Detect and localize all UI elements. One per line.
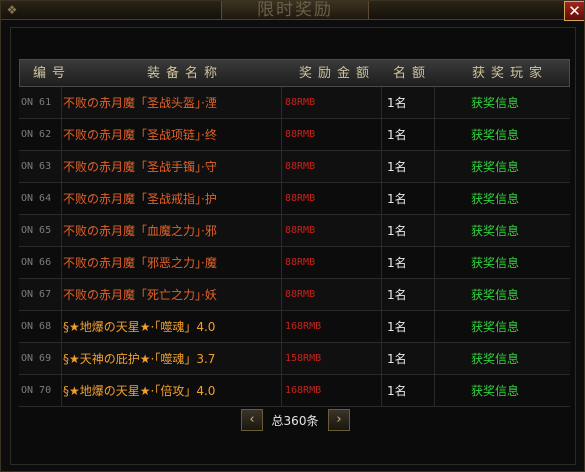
row-winner-link[interactable]: 获奖信息 <box>471 311 561 343</box>
row-prize: 88RMB <box>285 289 316 300</box>
row-winner-link[interactable]: 获奖信息 <box>471 151 561 183</box>
row-no: ON 65 <box>21 225 52 236</box>
row-no: ON 64 <box>21 193 52 204</box>
row-winner-link[interactable]: 获奖信息 <box>471 215 561 247</box>
col-header-no: 编号 <box>32 66 71 81</box>
total-count: 总360条 <box>271 414 319 428</box>
table-row: ON 66 不败の赤月魔「邪恶之力」·魔 88RMB 1名 获奖信息 <box>19 247 570 279</box>
row-qty: 1名 <box>387 384 407 398</box>
row-no: ON 70 <box>21 385 52 396</box>
row-prize: 88RMB <box>285 129 316 140</box>
pagination: ‹ 总360条 › <box>1 409 584 435</box>
row-winner-link[interactable]: 获奖信息 <box>471 87 561 119</box>
chevron-right-icon: › <box>336 412 342 427</box>
row-equip-name: 不败の赤月魔「血魔之力」·邪 <box>63 224 217 238</box>
table-row: ON 69 §★天神の庇护★·「噬魂」3.7 158RMB 1名 获奖信息 <box>19 343 570 375</box>
col-header-equip-name: 装备名称 <box>146 66 223 81</box>
reward-window: ❖ 限时奖励 ✕ 编号 装备名称 奖励金额 名额 获奖玩家 ON 61 不败の赤… <box>0 0 585 472</box>
row-equip-name: 不败の赤月魔「邪恶之力」·魔 <box>63 256 217 270</box>
table-row: ON 67 不败の赤月魔「死亡之力」·妖 88RMB 1名 获奖信息 <box>19 279 570 311</box>
row-winner-link[interactable]: 获奖信息 <box>471 279 561 311</box>
col-header-winner: 获奖玩家 <box>471 66 548 81</box>
row-no: ON 67 <box>21 289 52 300</box>
row-no: ON 63 <box>21 161 52 172</box>
table-header: 编号 装备名称 奖励金额 名额 获奖玩家 <box>19 59 570 87</box>
row-winner-link[interactable]: 获奖信息 <box>471 343 561 375</box>
row-qty: 1名 <box>387 320 407 334</box>
row-equip-name: 不败の赤月魔「圣战头盔」·湮 <box>63 96 217 110</box>
row-equip-name: §★天神の庇护★·「噬魂」3.7 <box>63 352 216 366</box>
row-qty: 1名 <box>387 288 407 302</box>
row-no: ON 69 <box>21 353 52 364</box>
row-qty: 1名 <box>387 128 407 142</box>
row-qty: 1名 <box>387 160 407 174</box>
row-winner-link[interactable]: 获奖信息 <box>471 119 561 151</box>
row-equip-name: 不败の赤月魔「死亡之力」·妖 <box>63 288 217 302</box>
table-row: ON 64 不败の赤月魔「圣战戒指」·护 88RMB 1名 获奖信息 <box>19 183 570 215</box>
row-prize: 88RMB <box>285 193 316 204</box>
title-plate: 限时奖励 <box>221 0 369 20</box>
table-row: ON 62 不败の赤月魔「圣战项链」·终 88RMB 1名 获奖信息 <box>19 119 570 151</box>
row-qty: 1名 <box>387 224 407 238</box>
row-winner-link[interactable]: 获奖信息 <box>471 375 561 407</box>
row-prize: 88RMB <box>285 257 316 268</box>
row-winner-link[interactable]: 获奖信息 <box>471 247 561 279</box>
row-prize: 168RMB <box>285 385 322 396</box>
row-equip-name: 不败の赤月魔「圣战项链」·终 <box>63 128 217 142</box>
table-row: ON 70 §★地爆の天星★·「倍攻」4.0 168RMB 1名 获奖信息 <box>19 375 570 407</box>
row-no: ON 68 <box>21 321 52 332</box>
row-equip-name: §★地爆の天星★·「倍攻」4.0 <box>63 384 216 398</box>
row-equip-name: 不败の赤月魔「圣战戒指」·护 <box>63 192 217 206</box>
row-equip-name: 不败の赤月魔「圣战手镯」·守 <box>63 160 217 174</box>
window-title: 限时奖励 <box>257 0 333 20</box>
prev-page-button[interactable]: ‹ <box>241 409 263 431</box>
chevron-left-icon: ‹ <box>249 412 255 427</box>
row-prize: 88RMB <box>285 225 316 236</box>
row-equip-name: §★地爆の天星★·「噬魂」4.0 <box>63 320 216 334</box>
row-no: ON 62 <box>21 129 52 140</box>
table-row: ON 63 不败の赤月魔「圣战手镯」·守 88RMB 1名 获奖信息 <box>19 151 570 183</box>
table-row: ON 68 §★地爆の天星★·「噬魂」4.0 168RMB 1名 获奖信息 <box>19 311 570 343</box>
row-prize: 88RMB <box>285 97 316 108</box>
row-prize: 158RMB <box>285 353 322 364</box>
row-no: ON 61 <box>21 97 52 108</box>
col-header-qty: 名额 <box>392 66 431 81</box>
row-qty: 1名 <box>387 352 407 366</box>
row-winner-link[interactable]: 获奖信息 <box>471 183 561 215</box>
row-qty: 1名 <box>387 192 407 206</box>
title-bar: ❖ 限时奖励 <box>1 0 584 20</box>
table-row: ON 61 不败の赤月魔「圣战头盔」·湮 88RMB 1名 获奖信息 <box>19 87 570 119</box>
next-page-button[interactable]: › <box>328 409 350 431</box>
table-row: ON 65 不败の赤月魔「血魔之力」·邪 88RMB 1名 获奖信息 <box>19 215 570 247</box>
row-qty: 1名 <box>387 256 407 270</box>
row-prize: 88RMB <box>285 161 316 172</box>
row-prize: 168RMB <box>285 321 322 332</box>
row-no: ON 66 <box>21 257 52 268</box>
close-button[interactable]: ✕ <box>564 1 584 21</box>
ornament-icon-left: ❖ <box>6 3 18 17</box>
row-qty: 1名 <box>387 96 407 110</box>
